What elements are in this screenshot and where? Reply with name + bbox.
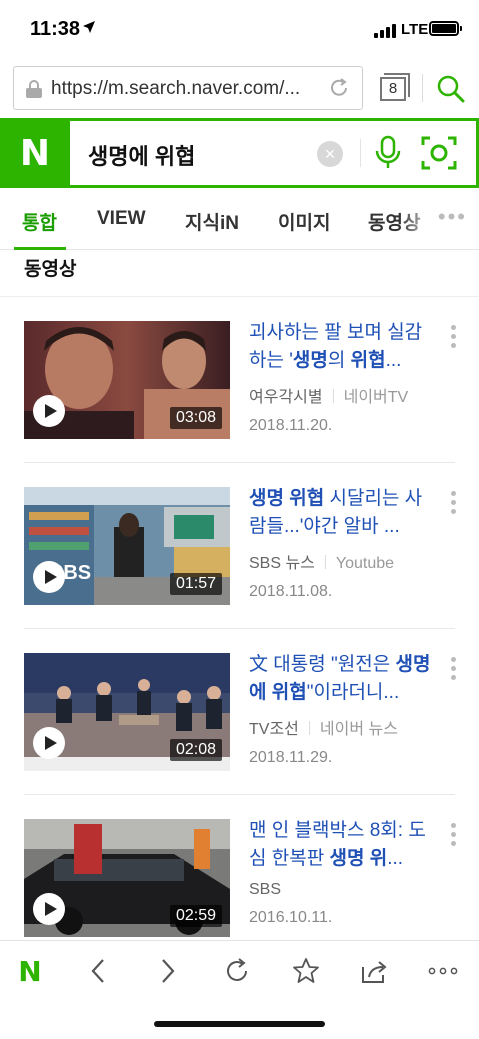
video-duration: 03:08 [169, 407, 222, 429]
video-title[interactable]: 맨 인 블랙박스 8회: 도심 한복판 생명 위... [249, 817, 437, 873]
video-thumbnail[interactable]: 02:59 [24, 819, 230, 937]
url-text: https://m.search.naver.com/... [51, 78, 301, 99]
video-duration: 02:59 [169, 905, 222, 927]
category-tabs: 통합 VIEW 지식iN 이미지 동영상 ••• [0, 188, 479, 250]
list-item[interactable]: SBS 01:57 생명 위협 시달리는 사람들...'야간 알바 ... SB… [0, 463, 479, 629]
forward-icon[interactable] [152, 955, 184, 987]
search-query: 생명에 위협 [88, 144, 196, 169]
more-options-icon[interactable] [451, 823, 457, 849]
active-tab-indicator [14, 247, 66, 250]
video-source: 네이버TV [343, 389, 409, 406]
back-icon[interactable] [82, 955, 114, 987]
tab-switcher-button[interactable]: 8 [380, 73, 410, 103]
share-icon[interactable] [358, 955, 390, 987]
video-channel[interactable]: TV조선 [249, 721, 299, 738]
more-options-icon[interactable] [451, 325, 457, 351]
video-list: 03:08 괴사하는 팔 보며 실감하는 '생명의 위협... 여우각시별네이버… [0, 297, 479, 961]
camera-search-icon[interactable] [420, 135, 458, 171]
video-date: 2018.11.08. [249, 583, 333, 600]
tab-all[interactable]: 통합 [22, 208, 57, 235]
more-options-icon[interactable] [451, 657, 457, 683]
network-type: LTE [401, 21, 429, 38]
naver-logo[interactable]: N [0, 118, 70, 188]
video-thumbnail[interactable]: 03:08 [24, 321, 230, 439]
list-item[interactable]: 02:59 맨 인 블랙박스 8회: 도심 한복판 생명 위... SBS 20… [0, 795, 479, 961]
tab-kin[interactable]: 지식iN [185, 208, 239, 235]
more-menu-icon[interactable] [427, 955, 459, 987]
address-field[interactable]: https://m.search.naver.com/... [13, 66, 363, 110]
lock-icon [26, 80, 42, 98]
search-icon[interactable] [436, 74, 466, 104]
play-icon [33, 561, 65, 593]
play-icon [33, 395, 65, 427]
bookmark-star-icon[interactable] [290, 955, 322, 987]
browser-url-bar: https://m.search.naver.com/... 8 [0, 58, 479, 118]
video-channel[interactable]: 여우각시별 [249, 389, 323, 406]
video-title[interactable]: 생명 위협 시달리는 사람들...'야간 알바 ... [249, 485, 437, 541]
list-item[interactable]: 02:08 文 대통령 "원전은 생명에 위협"이라더니... TV조선 네이버 … [0, 629, 479, 795]
video-date: 2016.10.11. [249, 909, 333, 926]
video-source: 네이버 뉴스 [319, 721, 398, 738]
search-input[interactable]: 생명에 위협 × [70, 121, 476, 185]
cellular-signal-icon [374, 24, 396, 38]
play-icon [33, 727, 65, 759]
status-time: 11:38 [30, 18, 81, 40]
clear-icon[interactable]: × [317, 141, 343, 167]
video-duration: 02:08 [169, 739, 222, 761]
play-icon [33, 893, 65, 925]
tab-count: 8 [380, 77, 406, 101]
video-channel[interactable]: SBS [249, 881, 281, 898]
video-date: 2018.11.20. [249, 417, 333, 434]
more-tabs-icon[interactable]: ••• [438, 204, 467, 230]
refresh-icon[interactable] [221, 955, 253, 987]
reload-icon[interactable] [328, 77, 350, 99]
battery-icon [429, 21, 462, 36]
video-title[interactable]: 괴사하는 팔 보며 실감하는 '생명의 위협... [249, 319, 437, 375]
video-channel[interactable]: SBS 뉴스 [249, 555, 315, 572]
list-item[interactable]: 03:08 괴사하는 팔 보며 실감하는 '생명의 위협... 여우각시별 네이버… [0, 297, 479, 463]
video-date: 2018.11.29. [249, 749, 333, 766]
video-source: Youtube [335, 555, 395, 572]
video-title[interactable]: 文 대통령 "원전은 생명에 위협"이라더니... [249, 651, 437, 707]
more-options-icon[interactable] [451, 491, 457, 517]
naver-search-bar: N 생명에 위협 × [0, 118, 479, 188]
naver-home-button[interactable]: N [14, 955, 46, 988]
microphone-icon[interactable] [372, 135, 404, 171]
video-duration: 01:57 [169, 573, 222, 595]
status-bar: 11:38 LTE [0, 0, 479, 58]
location-arrow-icon [82, 20, 96, 38]
tab-view[interactable]: VIEW [97, 208, 146, 230]
tab-images[interactable]: 이미지 [278, 208, 330, 235]
section-title: 동영상 [24, 259, 77, 280]
home-indicator [154, 1021, 325, 1027]
video-thumbnail[interactable]: SBS 01:57 [24, 487, 230, 605]
video-thumbnail[interactable]: 02:08 [24, 653, 230, 771]
